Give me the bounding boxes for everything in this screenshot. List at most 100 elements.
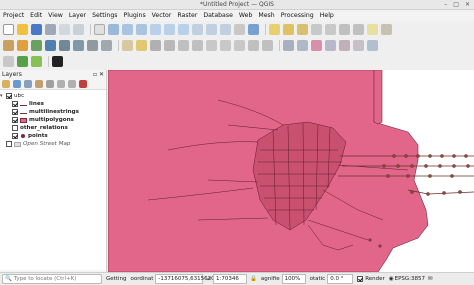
menu-vector[interactable]: Vector <box>152 12 172 19</box>
filter-legend-icon[interactable] <box>35 80 43 88</box>
zoom-in-icon[interactable] <box>122 23 133 35</box>
layer-item-basemap[interactable]: Open Street Map <box>0 140 106 148</box>
select-features-icon[interactable] <box>283 23 294 35</box>
zoom-layer-icon[interactable] <box>178 23 189 35</box>
add-wms-icon[interactable] <box>73 39 84 51</box>
expand-all-icon[interactable] <box>57 80 65 88</box>
layer-checkbox[interactable] <box>12 101 18 107</box>
layer-item[interactable]: multipolygons <box>0 116 106 124</box>
refresh-icon[interactable] <box>248 23 259 35</box>
zoom-native-icon[interactable] <box>192 23 203 35</box>
copy-features-icon[interactable] <box>220 39 231 51</box>
layer-item[interactable]: points <box>0 132 106 140</box>
zoom-full-icon[interactable] <box>150 23 161 35</box>
python-console-icon[interactable] <box>3 55 14 67</box>
magnifier-field[interactable]: 100% <box>281 274 306 284</box>
label-toolbar-icon[interactable] <box>283 39 294 51</box>
pan-icon[interactable] <box>94 23 105 35</box>
menu-help[interactable]: Help <box>320 12 334 19</box>
menu-settings[interactable]: Settings <box>92 12 117 19</box>
add-raster-layer-icon[interactable] <box>31 39 42 51</box>
add-spatialite-icon[interactable] <box>59 39 70 51</box>
group-checkbox[interactable] <box>6 93 12 99</box>
add-postgis-icon[interactable] <box>45 39 56 51</box>
paste-features-icon[interactable] <box>234 39 245 51</box>
new-print-layout-icon[interactable] <box>59 23 70 35</box>
toggle-editing-icon[interactable] <box>136 39 147 51</box>
layer-checkbox[interactable] <box>12 117 18 123</box>
layer-item[interactable]: other_relations <box>0 124 106 132</box>
layer-checkbox[interactable] <box>12 109 18 115</box>
add-group-icon[interactable] <box>13 80 21 88</box>
open-attribute-table-icon[interactable] <box>325 23 336 35</box>
measure-icon[interactable] <box>353 23 364 35</box>
menu-database[interactable]: Database <box>203 12 233 19</box>
menu-layer[interactable]: Layer <box>69 12 86 19</box>
maximize-icon[interactable]: □ <box>453 1 459 8</box>
map-canvas[interactable] <box>108 70 474 272</box>
cut-features-icon[interactable] <box>206 39 217 51</box>
menu-plugins[interactable]: Plugins <box>124 12 146 19</box>
current-edits-icon[interactable] <box>122 39 133 51</box>
statistics-icon[interactable] <box>339 23 350 35</box>
layer-checkbox[interactable] <box>6 141 12 147</box>
close-icon[interactable]: ✕ <box>465 1 470 8</box>
data-source-manager-icon[interactable] <box>3 39 14 51</box>
add-wfs-icon[interactable] <box>87 39 98 51</box>
layout-manager-icon[interactable] <box>73 23 84 35</box>
manage-themes-icon[interactable] <box>24 80 32 88</box>
remove-layer-icon[interactable] <box>79 80 87 88</box>
terminal-icon[interactable] <box>52 55 63 67</box>
filter-expression-icon[interactable] <box>46 80 54 88</box>
zoom-selection-icon[interactable] <box>164 23 175 35</box>
render-checkbox[interactable] <box>357 276 364 282</box>
map-tips-icon[interactable] <box>381 23 392 35</box>
vertex-tool-icon[interactable] <box>178 39 189 51</box>
select-by-value-icon[interactable] <box>297 23 308 35</box>
zoom-next-icon[interactable] <box>220 23 231 35</box>
delete-selected-icon[interactable] <box>192 39 203 51</box>
menu-mesh[interactable]: Mesh <box>258 12 274 19</box>
layer-checkbox[interactable] <box>12 133 18 139</box>
minimize-icon[interactable]: – <box>444 1 447 8</box>
pin-labels-icon[interactable] <box>297 39 308 51</box>
change-label-icon[interactable] <box>353 39 364 51</box>
deselect-icon[interactable] <box>311 23 322 35</box>
layer-checkbox[interactable] <box>12 125 18 131</box>
quick-osm-icon[interactable] <box>17 55 28 67</box>
layer-item[interactable]: lines <box>0 100 106 108</box>
locator-search-input[interactable]: 🔍 Type to locate (Ctrl+K) <box>2 274 102 284</box>
pan-to-selection-icon[interactable] <box>108 23 119 35</box>
undo-icon[interactable] <box>248 39 259 51</box>
show-labels-icon[interactable] <box>367 39 378 51</box>
move-label-icon[interactable] <box>325 39 336 51</box>
menu-processing[interactable]: Processing <box>281 12 314 19</box>
annotation-icon[interactable] <box>367 23 378 35</box>
menu-web[interactable]: Web <box>239 12 253 19</box>
scale-field[interactable]: 1:70346 <box>213 274 248 284</box>
new-map-view-icon[interactable] <box>234 23 245 35</box>
menu-project[interactable]: Project <box>3 12 24 19</box>
layer-item[interactable]: multilinestrings <box>0 108 106 116</box>
menu-view[interactable]: View <box>48 12 63 19</box>
new-project-icon[interactable] <box>3 23 14 35</box>
rotate-label-icon[interactable] <box>339 39 350 51</box>
processing-toolbox-icon[interactable] <box>31 55 42 67</box>
menu-edit[interactable]: Edit <box>30 12 42 19</box>
save-project-icon[interactable] <box>31 23 42 35</box>
identify-icon[interactable] <box>269 23 280 35</box>
crs-button[interactable]: EPSG:3857 <box>395 276 425 282</box>
highlight-labels-icon[interactable] <box>311 39 322 51</box>
zoom-out-icon[interactable] <box>136 23 147 35</box>
add-vector-layer-icon[interactable] <box>17 39 28 51</box>
layer-group-ubc[interactable]: ▾ ubc <box>0 92 106 100</box>
add-csv-icon[interactable] <box>101 39 112 51</box>
messages-icon[interactable]: ✉ <box>428 276 433 282</box>
save-edits-icon[interactable] <box>150 39 161 51</box>
zoom-last-icon[interactable] <box>206 23 217 35</box>
panel-float-close-icons[interactable]: ▫ ✕ <box>93 71 104 78</box>
coordinate-field[interactable]: -13716075,6315620 <box>155 274 215 284</box>
digitize-icon[interactable] <box>164 39 175 51</box>
redo-icon[interactable] <box>262 39 273 51</box>
open-project-icon[interactable] <box>17 23 28 35</box>
